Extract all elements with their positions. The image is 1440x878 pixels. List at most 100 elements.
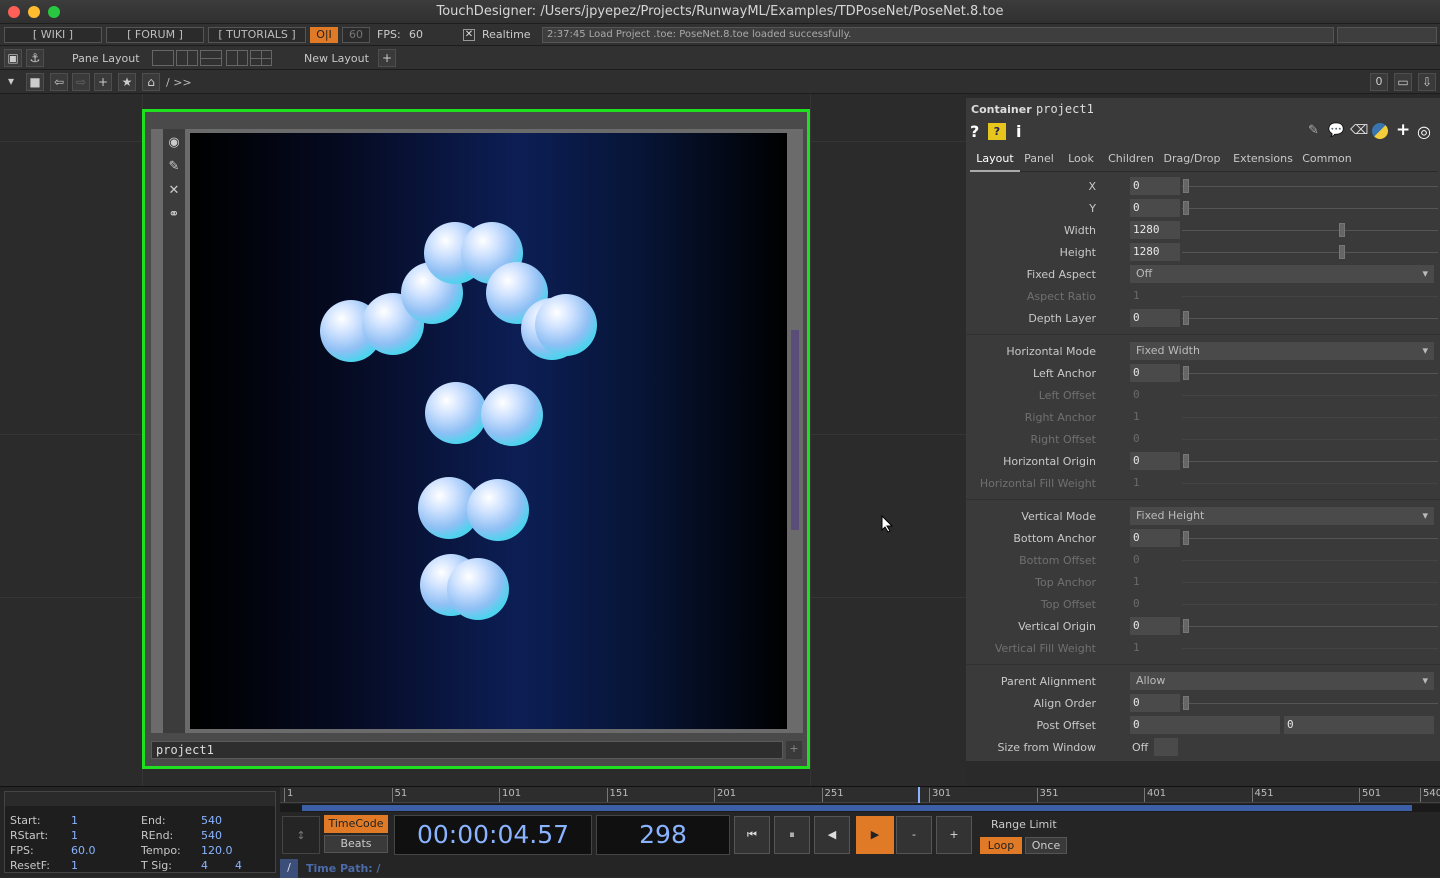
tsig-denominator[interactable]: 4 <box>235 859 242 872</box>
tab-look[interactable]: Look <box>1066 152 1096 165</box>
param-horizontal-origin-slider[interactable] <box>1183 454 1189 468</box>
param-depth-layer-slider[interactable] <box>1183 311 1189 325</box>
param-width-field[interactable]: 1280 <box>1130 221 1180 239</box>
link-icon[interactable]: ⚭ <box>166 207 182 223</box>
pane-menu-chevron-icon[interactable]: ▾ <box>2 73 20 91</box>
python-icon[interactable] <box>1372 123 1388 139</box>
eraser-icon[interactable]: ⌫ <box>1350 123 1368 138</box>
forward-icon[interactable]: ⇨ <box>72 73 90 91</box>
step-forward-icon[interactable]: + <box>936 816 972 854</box>
network-path[interactable]: / >> <box>166 76 192 89</box>
close-icon[interactable]: ✕ <box>166 183 182 199</box>
param-size-from-window-toggle[interactable] <box>1154 738 1178 756</box>
add-layout-button[interactable]: + <box>378 49 396 67</box>
playhead[interactable] <box>918 787 920 803</box>
step-back-icon[interactable]: - <box>896 816 932 854</box>
rewind-icon[interactable]: ⏮ <box>734 816 770 854</box>
forum-button[interactable]: [ FORUM ] <box>106 27 204 43</box>
fps-cap-field[interactable]: 60 <box>342 27 370 43</box>
container-name-field[interactable]: project1 <box>151 741 783 759</box>
param-vertical-mode-menu[interactable]: Fixed Height ▾ <box>1130 507 1434 525</box>
realtime-checkbox[interactable]: ✕ <box>463 29 475 41</box>
param-fixed-aspect-menu[interactable]: Off ▾ <box>1130 265 1434 283</box>
param-left-anchor-field[interactable]: 0 <box>1130 364 1180 382</box>
start-value[interactable]: 1 <box>71 814 78 827</box>
param-post-offset-x-field[interactable]: 0 <box>1130 716 1280 734</box>
timeline-menu-icon[interactable]: ↕ <box>282 816 320 854</box>
tab-common[interactable]: Common <box>1302 152 1352 165</box>
tutorials-button[interactable]: [ TUTORIALS ] <box>208 27 306 43</box>
param-height-slider[interactable] <box>1339 245 1345 259</box>
python-help-icon[interactable]: ? <box>988 123 1006 140</box>
param-depth-layer-field[interactable]: 0 <box>1130 309 1180 327</box>
pane-count[interactable]: 0 <box>1370 73 1388 91</box>
add-icon[interactable]: + <box>94 73 112 91</box>
param-bottom-anchor-slider[interactable] <box>1183 531 1189 545</box>
edit-pen-icon[interactable]: ✎ <box>1308 123 1319 138</box>
anchor-icon[interactable]: ⚓ <box>26 49 44 67</box>
param-width-slider[interactable] <box>1339 223 1345 237</box>
param-bottom-anchor-field[interactable]: 0 <box>1130 529 1180 547</box>
target-icon[interactable]: ◎ <box>1417 122 1431 141</box>
resetf-value[interactable]: 1 <box>71 859 78 872</box>
timeline-fps-value[interactable]: 60.0 <box>71 844 96 857</box>
layout-single-icon[interactable] <box>152 50 174 66</box>
end-value[interactable]: 540 <box>201 814 222 827</box>
param-horizontal-origin-field[interactable]: 0 <box>1130 452 1180 470</box>
tab-panel[interactable]: Panel <box>1024 152 1054 165</box>
wiki-button[interactable]: [ WIKI ] <box>4 27 102 43</box>
container-node[interactable]: ◉ ✎ ✕ ⚭ project1 + <box>142 109 810 769</box>
tempo-value[interactable]: 120.0 <box>201 844 233 857</box>
root-path-button[interactable]: / <box>280 859 298 878</box>
operator-name[interactable]: project1 <box>1036 102 1094 116</box>
param-parent-alignment-menu[interactable]: Allow ▾ <box>1130 672 1434 690</box>
expand-viewer-icon[interactable]: + <box>786 741 802 759</box>
layout-quad-icon[interactable] <box>250 50 272 66</box>
home-icon[interactable]: ⌂ <box>142 73 160 91</box>
info-icon[interactable]: i <box>1016 122 1021 141</box>
pen-icon[interactable]: ✎ <box>166 159 182 175</box>
tsig-numerator[interactable]: 4 <box>201 859 208 872</box>
param-x-slider[interactable] <box>1183 179 1189 193</box>
timecode-button[interactable]: TimeCode <box>324 815 388 833</box>
comment-icon[interactable]: 💬 <box>1328 123 1344 138</box>
param-height-field[interactable]: 1280 <box>1130 243 1180 261</box>
param-vertical-origin-slider[interactable] <box>1183 619 1189 633</box>
param-x-field[interactable]: 0 <box>1130 177 1180 195</box>
param-align-order-field[interactable]: 0 <box>1130 694 1180 712</box>
tab-drag-drop[interactable]: Drag/Drop <box>1162 152 1222 165</box>
param-align-order-slider[interactable] <box>1183 696 1189 710</box>
pane-options-icon[interactable]: ⇩ <box>1418 73 1436 91</box>
viewer-scrollbar[interactable] <box>791 330 799 530</box>
add-parameter-icon[interactable]: + <box>1396 120 1410 140</box>
timecode-display[interactable]: 00:00:04.57 <box>394 815 592 855</box>
tab-children[interactable]: Children <box>1106 152 1156 165</box>
param-vertical-origin-field[interactable]: 0 <box>1130 617 1180 635</box>
layout-split-horizontal-icon[interactable] <box>200 50 222 66</box>
help-icon[interactable]: ? <box>970 122 979 141</box>
param-y-slider[interactable] <box>1183 201 1189 215</box>
rend-value[interactable]: 540 <box>201 829 222 842</box>
param-post-offset-y-field[interactable]: 0 <box>1284 716 1434 734</box>
viewer-active-icon[interactable]: ◉ <box>166 135 182 151</box>
once-button[interactable]: Once <box>1025 837 1067 854</box>
timeline-ruler[interactable]: 1 51 101 151 201 251 301 351 401 451 501 540 <box>280 787 1440 803</box>
perform-mode-button[interactable]: O|I <box>310 27 338 43</box>
loop-button[interactable]: Loop <box>980 837 1022 854</box>
frame-display[interactable]: 298 <box>596 815 730 855</box>
beats-button[interactable]: Beats <box>324 835 388 853</box>
layout-three-pane-icon[interactable] <box>226 50 248 66</box>
param-y-field[interactable]: 0 <box>1130 199 1180 217</box>
tab-extensions[interactable]: Extensions <box>1232 152 1294 165</box>
tab-layout[interactable]: Layout <box>970 152 1020 172</box>
back-icon[interactable]: ⇦ <box>50 73 68 91</box>
param-horizontal-mode-menu[interactable]: Fixed Width ▾ <box>1130 342 1434 360</box>
play-reverse-icon[interactable]: ◀ <box>814 816 850 854</box>
timeline-range-bar[interactable] <box>280 804 1440 812</box>
pane-view-icon[interactable]: ▣ <box>4 49 22 67</box>
maximize-pane-icon[interactable]: ▭ <box>1394 73 1412 91</box>
layout-split-vertical-icon[interactable] <box>176 50 198 66</box>
stop-icon[interactable]: ■ <box>26 73 44 91</box>
play-forward-icon[interactable]: ▶ <box>856 816 894 854</box>
param-left-anchor-slider[interactable] <box>1183 366 1189 380</box>
